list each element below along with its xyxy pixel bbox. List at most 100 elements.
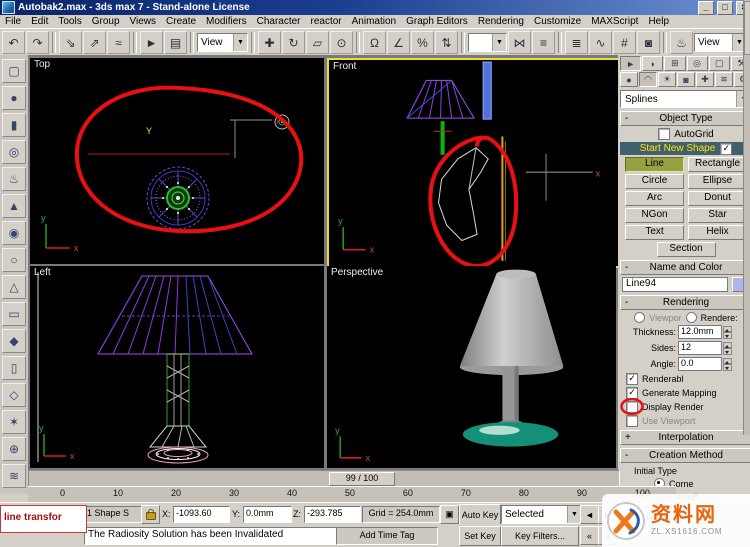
spacewarps-category[interactable]: ≋ [715,72,733,87]
object-type-rollout[interactable]: - Object Type [620,111,750,126]
select-and-link-button[interactable]: ⇘ [59,31,82,54]
unlink-selection-button[interactable]: ⇗ [83,31,106,54]
sphere-tool-button[interactable]: ● [2,86,26,110]
circle-button[interactable]: Circle [625,174,684,189]
line-button[interactable]: Line [625,157,684,172]
text-button[interactable]: Text [625,225,684,240]
minimize-button[interactable]: _ [698,1,714,15]
previous-key-button[interactable]: ◄ [580,505,599,524]
selection-lock-button[interactable] [141,505,160,524]
rendering-rollout[interactable]: - Rendering [620,295,750,310]
key-filters-button[interactable]: Key Filters... [501,526,579,546]
cylinder-tool-button[interactable]: ▮ [2,113,26,137]
geosphere-tool-button[interactable]: ◉ [2,221,26,245]
menu-create[interactable]: Create [161,15,201,28]
material-editor-button[interactable]: ◙ [637,31,660,54]
prism-tool-button[interactable]: ≋ [2,464,26,488]
menu-maxscript[interactable]: MAXScript [586,15,643,28]
hand-icon[interactable]: ▣ [440,505,459,524]
maximize-button[interactable]: □ [717,1,733,15]
add-time-tag[interactable]: Add Time Tag [336,527,438,545]
tube-tool-button[interactable]: ○ [2,248,26,272]
sides-spinner[interactable] [723,342,732,355]
coordinate-system-dropdown[interactable]: View ▼ [197,33,248,52]
move-button[interactable]: ✚ [258,31,281,54]
star-tool-button[interactable]: ✶ [2,410,26,434]
menu-file[interactable]: File [0,15,26,28]
angle-snap-button[interactable]: ∠ [387,31,410,54]
shape-type-dropdown[interactable]: Splines ▼ [620,90,750,108]
geometry-category[interactable]: ● [620,72,638,87]
layer-manager-button[interactable]: ≣ [565,31,588,54]
auto-key-button[interactable]: Auto Key [459,504,501,525]
box-tool-button[interactable]: ▢ [2,59,26,83]
menu-customize[interactable]: Customize [529,15,586,28]
viewport-radio[interactable] [634,312,645,323]
renderer-radio[interactable] [686,312,697,323]
named-selection-dropdown[interactable]: ▼ [468,33,507,52]
display-tab[interactable]: ▢ [709,56,730,71]
bind-to-spacewarp-button[interactable]: ≈ [107,31,130,54]
plane-tool-button[interactable]: ▭ [2,302,26,326]
capsule-tool-button[interactable]: ▯ [2,356,26,380]
menu-animation[interactable]: Animation [347,15,401,28]
top-viewport[interactable]: Top x Y [30,58,324,264]
undo-button[interactable]: ↶ [2,31,25,54]
display-render-checkbox[interactable] [626,401,638,413]
panel-scrollbar[interactable] [743,0,750,435]
left-viewport[interactable]: Left [30,266,324,468]
angle-spinner[interactable] [723,358,732,371]
spindle-tool-button[interactable]: ◇ [2,383,26,407]
create-tab[interactable]: ► [620,56,641,71]
percent-snap-button[interactable]: % [411,31,434,54]
donut-button[interactable]: Donut [688,191,747,206]
object-name-input[interactable]: Line94 [622,277,728,292]
maxscript-mini-listener[interactable]: line transfor [0,505,87,533]
menu-help[interactable]: Help [643,15,674,28]
name-color-rollout[interactable]: - Name and Color [620,260,750,275]
render-scene-button[interactable]: ♨ [670,31,693,54]
arc-button[interactable]: Arc [625,191,684,206]
align-button[interactable]: ≡ [532,31,555,54]
star-button[interactable]: Star [688,208,747,223]
menu-reactor[interactable]: reactor [306,15,347,28]
angle-field[interactable]: 0.0 [678,357,722,371]
menu-character[interactable]: Character [252,15,306,28]
set-key-button[interactable]: Set Key [459,526,501,546]
menu-graph-editors[interactable]: Graph Editors [401,15,473,28]
mirror-button[interactable]: ⋈ [508,31,531,54]
menu-rendering[interactable]: Rendering [473,15,529,28]
generate-mapping-checkbox[interactable]: ✓ [626,387,638,399]
ngon-button[interactable]: NGon [625,208,684,223]
modify-tab[interactable]: ◗ [642,56,663,71]
selection-set-dropdown[interactable]: Selected ▼ [501,505,582,524]
sides-field[interactable]: 12 [678,341,722,355]
cone-tool-button[interactable]: ▲ [2,194,26,218]
cameras-category[interactable]: ◙ [677,72,695,87]
select-by-name-button[interactable]: ▤ [164,31,187,54]
menu-group[interactable]: Group [87,15,125,28]
front-viewport[interactable]: Front x x y [327,58,620,268]
menu-views[interactable]: Views [125,15,162,28]
helpers-category[interactable]: ✚ [696,72,714,87]
snap-toggle-button[interactable]: Ω [363,31,386,54]
rectangle-button[interactable]: Rectangle [688,157,747,172]
hedra-tool-button[interactable]: ◆ [2,329,26,353]
lights-category[interactable]: ☀ [658,72,676,87]
autogrid-checkbox[interactable] [658,128,670,140]
menu-edit[interactable]: Edit [26,15,53,28]
use-pivot-button[interactable]: ⊙ [330,31,353,54]
render-view-dropdown[interactable]: View ▼ [694,33,747,52]
torus-tool-button[interactable]: ◎ [2,140,26,164]
select-object-button[interactable]: ► [140,31,163,54]
rewind-button[interactable]: « [580,526,599,545]
perspective-viewport[interactable]: Perspective x y [327,266,616,468]
pyramid-tool-button[interactable]: △ [2,275,26,299]
rotate-button[interactable]: ↻ [282,31,305,54]
menu-tools[interactable]: Tools [53,15,86,28]
thickness-field[interactable]: 12.0mm [678,325,722,339]
z-coordinate-field[interactable]: -293.785 [304,506,361,523]
ellipse-button[interactable]: Ellipse [688,174,747,189]
renderable-checkbox[interactable]: ✓ [626,373,638,385]
y-coordinate-field[interactable]: 0.0mm [243,506,292,523]
